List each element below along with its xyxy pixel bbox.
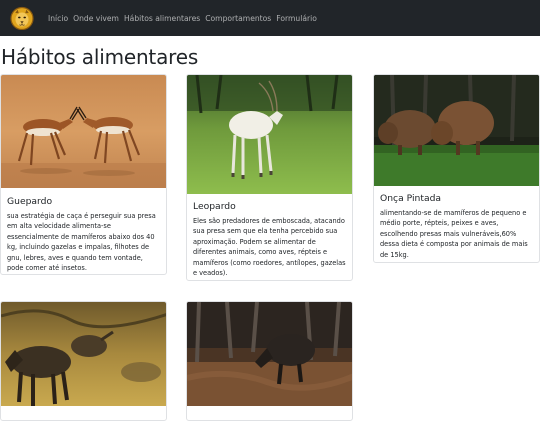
- card-onca-pintada: Onça Pintada alimentando-se de mamíferos…: [373, 74, 540, 263]
- wild-boar-in-forest-photo: [187, 302, 352, 406]
- card-body: Guepardo sua estratégia de caça é perseg…: [1, 196, 166, 273]
- nav-link-habitos-alimentares[interactable]: Hábitos alimentares: [124, 14, 200, 23]
- wildebeest-herd-photo: [1, 302, 166, 406]
- capybaras-grazing-photo: [374, 75, 539, 186]
- card-text: alimentando-se de mamíferos de pequeno e…: [380, 209, 528, 259]
- big-cat-face-icon[interactable]: [10, 6, 34, 30]
- nav-link-comportamentos[interactable]: Comportamentos: [205, 14, 271, 23]
- card-guepardo: Guepardo sua estratégia de caça é perseg…: [0, 74, 167, 275]
- card-leopardo: Leopardo Eles são predadores de emboscad…: [186, 74, 353, 281]
- two-gazelles-sparring-photo: [1, 75, 166, 188]
- card-text: Eles são predadores de emboscada, atacan…: [193, 217, 346, 278]
- page-title: Hábitos alimentares: [1, 45, 199, 69]
- nav-link-formulario[interactable]: Formulário: [276, 14, 317, 23]
- card-title: Onça Pintada: [380, 193, 442, 204]
- card-wild-boar: [186, 301, 353, 421]
- card-wildebeest: [0, 301, 167, 421]
- navbar: Início Onde vivem Hábitos alimentares Co…: [0, 0, 540, 36]
- card-body: Onça Pintada alimentando-se de mamíferos…: [374, 193, 539, 260]
- card-text: sua estratégia de caça é perseguir sua p…: [7, 212, 156, 273]
- nav-link-inicio[interactable]: Início: [48, 14, 68, 23]
- white-antelope-in-grass-photo: [187, 75, 352, 194]
- card-title: Leopardo: [193, 201, 236, 212]
- nav-links: Início Onde vivem Hábitos alimentares Co…: [48, 0, 322, 36]
- card-title: Guepardo: [7, 196, 53, 207]
- card-body: Leopardo Eles são predadores de emboscad…: [187, 201, 352, 278]
- nav-link-onde-vivem[interactable]: Onde vivem: [73, 14, 119, 23]
